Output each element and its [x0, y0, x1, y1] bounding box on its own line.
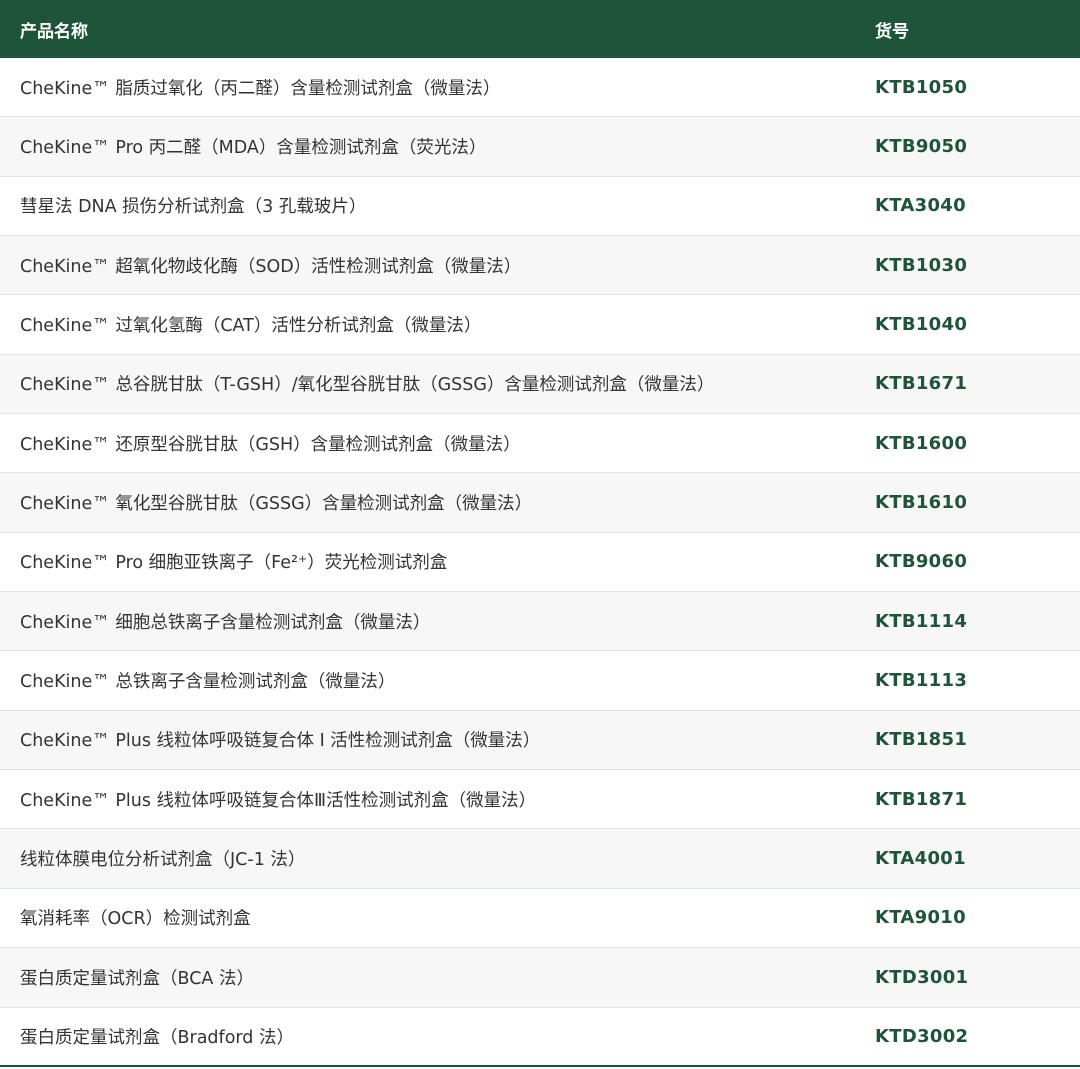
product-code-cell: KTA3040: [875, 195, 966, 217]
product-name-cell: CheKine™ 总谷胱甘肽（T-GSH）/氧化型谷胱甘肽（GSSG）含量检测试…: [20, 375, 715, 396]
product-name-cell: 线粒体膜电位分析试剂盒（JC-1 法）: [20, 850, 306, 871]
product-name-cell: 彗星法 DNA 损伤分析试剂盒（3 孔载玻片）: [20, 197, 367, 218]
product-code-cell: KTA9010: [875, 907, 966, 929]
product-name-cell: CheKine™ Plus 线粒体呼吸链复合体Ⅲ活性检测试剂盒（微量法）: [20, 790, 537, 811]
product-code-cell: KTB1610: [875, 492, 968, 514]
product-name-cell: CheKine™ 超氧化物歧化酶（SOD）活性检测试剂盒（微量法）: [20, 256, 522, 277]
product-code-cell: KTB1113: [875, 670, 968, 692]
product-name-cell: CheKine™ Pro 细胞亚铁离子（Fe²⁺）荧光检测试剂盒: [20, 553, 448, 574]
product-code-cell: KTB1040: [875, 314, 968, 336]
table-row: CheKine™ 氧化型谷胱甘肽（GSSG）含量检测试剂盒（微量法） KTB161…: [0, 473, 1080, 533]
product-code-cell: KTB1114: [875, 610, 968, 632]
table-row: 蛋白质定量试剂盒（Bradford 法） KTD3002: [0, 1007, 1080, 1067]
table-row: 蛋白质定量试剂盒（BCA 法） KTD3001: [0, 948, 1080, 1008]
table-row: CheKine™ Pro 细胞亚铁离子（Fe²⁺）荧光检测试剂盒 KTB9060: [0, 532, 1080, 593]
table-row: CheKine™ Plus 线粒体呼吸链复合体Ⅲ活性检测试剂盒（微量法） KTB1…: [0, 770, 1080, 830]
product-table: 产品名称 货号 CheKine™ 脂质过氧化（丙二醛）含量检测试剂盒（微量法） K…: [0, 0, 1080, 1067]
table-row: CheKine™ Plus 线粒体呼吸链复合体 I 活性检测试剂盒（微量法） KT…: [0, 710, 1080, 771]
table-row: CheKine™ 还原型谷胱甘肽（GSH）含量检测试剂盒（微量法） KTB1600: [0, 414, 1080, 474]
product-code-cell: KTB1050: [875, 76, 968, 98]
product-code-cell: KTB1671: [875, 373, 968, 395]
product-name-cell: CheKine™ 还原型谷胱甘肽（GSH）含量检测试剂盒（微量法）: [20, 434, 521, 455]
product-name-cell: CheKine™ 总铁离子含量检测试剂盒（微量法）: [20, 672, 396, 693]
product-code-cell: KTD3002: [875, 1025, 969, 1047]
product-code-cell: KTB1600: [875, 432, 968, 454]
product-name-cell: CheKine™ Plus 线粒体呼吸链复合体 I 活性检测试剂盒（微量法）: [20, 731, 541, 752]
product-code-cell: KTB9060: [875, 551, 968, 573]
table-row: 线粒体膜电位分析试剂盒（JC-1 法） KTA4001: [0, 829, 1080, 889]
header-product-code: 货号: [875, 21, 909, 42]
header-product-name: 产品名称: [20, 21, 88, 42]
table-row: CheKine™ 过氧化氢酶（CAT）活性分析试剂盒（微量法） KTB1040: [0, 295, 1080, 355]
table-row: CheKine™ 超氧化物歧化酶（SOD）活性检测试剂盒（微量法） KTB1030: [0, 236, 1080, 296]
product-name-cell: 蛋白质定量试剂盒（Bradford 法）: [20, 1027, 294, 1048]
table-body: CheKine™ 脂质过氧化（丙二醛）含量检测试剂盒（微量法） KTB1050 Ch…: [0, 58, 1080, 1067]
table-row: CheKine™ 总谷胱甘肽（T-GSH）/氧化型谷胱甘肽（GSSG）含量检测试…: [0, 354, 1080, 415]
product-code-cell: KTB9050: [875, 136, 968, 158]
table-row: CheKine™ 总铁离子含量检测试剂盒（微量法） KTB1113: [0, 651, 1080, 711]
product-name-cell: CheKine™ 氧化型谷胱甘肽（GSSG）含量检测试剂盒（微量法）: [20, 494, 533, 515]
product-name-cell: CheKine™ 过氧化氢酶（CAT）活性分析试剂盒（微量法）: [20, 316, 482, 337]
table-row: 氧消耗率（OCR）检测试剂盒 KTA9010: [0, 888, 1080, 949]
product-code-cell: KTB1871: [875, 788, 968, 810]
product-code-cell: KTB1851: [875, 729, 968, 751]
table-row: CheKine™ Pro 丙二醛（MDA）含量检测试剂盒（荧光法） KTB9050: [0, 117, 1080, 177]
product-code-cell: KTA4001: [875, 848, 966, 870]
product-name-cell: 蛋白质定量试剂盒（BCA 法）: [20, 968, 254, 989]
product-name-cell: CheKine™ 脂质过氧化（丙二醛）含量检测试剂盒（微量法）: [20, 78, 501, 99]
table-row: CheKine™ 细胞总铁离子含量检测试剂盒（微量法） KTB1114: [0, 592, 1080, 652]
table-header: 产品名称 货号: [0, 0, 1080, 58]
product-name-cell: 氧消耗率（OCR）检测试剂盒: [20, 909, 251, 930]
product-name-cell: CheKine™ Pro 丙二醛（MDA）含量检测试剂盒（荧光法）: [20, 138, 487, 159]
product-code-cell: KTD3001: [875, 966, 969, 988]
table-row: 彗星法 DNA 损伤分析试剂盒（3 孔载玻片） KTA3040: [0, 176, 1080, 237]
product-code-cell: KTB1030: [875, 254, 968, 276]
table-row: CheKine™ 脂质过氧化（丙二醛）含量检测试剂盒（微量法） KTB1050: [0, 58, 1080, 118]
product-name-cell: CheKine™ 细胞总铁离子含量检测试剂盒（微量法）: [20, 612, 431, 633]
